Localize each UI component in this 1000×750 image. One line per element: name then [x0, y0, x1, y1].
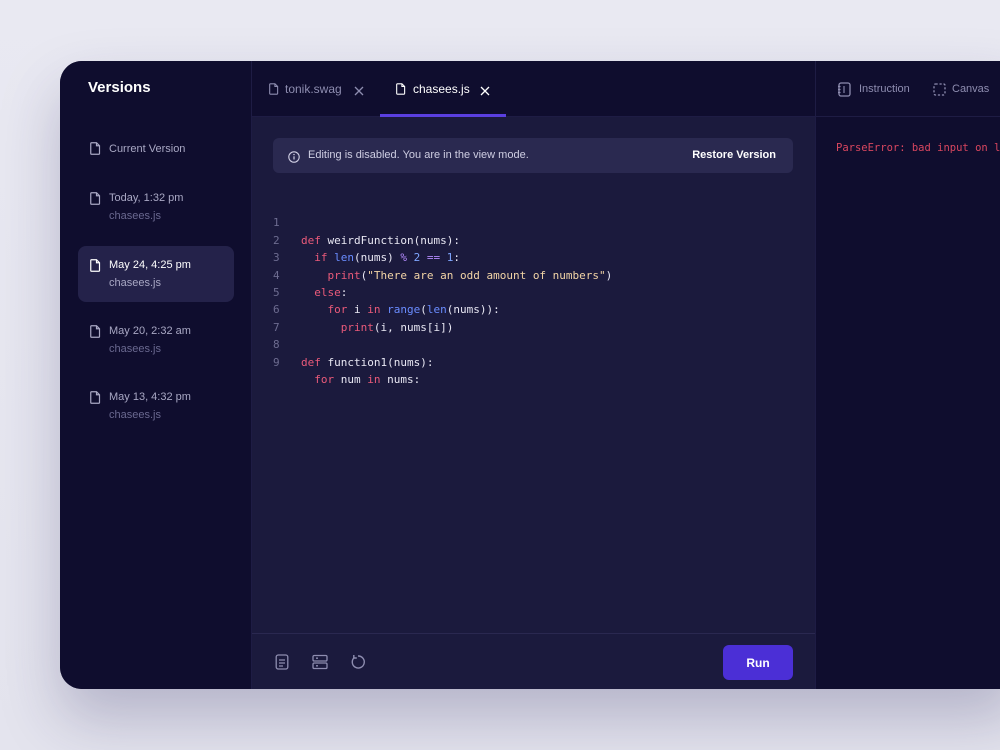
notebook-icon — [837, 82, 851, 102]
code-block: 1 def weirdFunction(nums): 2 if len(nums… — [273, 197, 793, 386]
info-icon — [288, 150, 300, 168]
close-icon[interactable] — [354, 83, 364, 101]
file-icon — [90, 192, 101, 210]
tab-chasees-js[interactable]: chasees.js — [380, 61, 506, 117]
tab-label: Canvas — [952, 83, 990, 95]
code-line: 9 for num in nums: — [273, 336, 793, 386]
notice-text: Editing is disabled. You are in the view… — [308, 149, 529, 161]
restore-version-button[interactable]: Restore Version — [692, 149, 776, 161]
version-label: May 20, 2:32 am — [109, 325, 191, 337]
sidebar-title: Versions — [88, 79, 151, 96]
version-item-may24[interactable]: May 24, 4:25 pm chasees.js — [78, 246, 234, 302]
code-text: for num in nums: — [314, 372, 421, 386]
version-item-may13[interactable]: May 13, 4:32 pm chasees.js — [78, 378, 234, 434]
version-label: May 13, 4:32 pm — [109, 391, 191, 403]
code-line: 6 print(i, nums[i]) — [273, 284, 793, 333]
editor-toolbar: Run — [252, 633, 815, 689]
app-window: Versions Current Version Today, 1:32 pm … — [60, 61, 1000, 689]
file-icon — [90, 259, 101, 277]
version-file: chasees.js — [109, 409, 161, 421]
version-item-today[interactable]: Today, 1:32 pm chasees.js — [78, 179, 234, 235]
code-line: 5 for i in range(len(nums)): — [273, 267, 793, 316]
versions-sidebar: Versions Current Version Today, 1:32 pm … — [60, 61, 252, 689]
file-icon — [90, 325, 101, 343]
code-line: 2 if len(nums) % 2 == 1: — [273, 214, 793, 264]
version-file: chasees.js — [109, 343, 161, 355]
canvas-icon — [933, 83, 946, 101]
editor-tabbar: tonik.swag chasees.js — [252, 61, 815, 117]
code-line: 1 def weirdFunction(nums): — [273, 197, 793, 246]
tab-tonik-swag[interactable]: tonik.swag — [266, 61, 376, 116]
code-line: 7 — [273, 301, 793, 334]
version-item-may20[interactable]: May 20, 2:32 am chasees.js — [78, 312, 234, 368]
line-number: 9 — [273, 355, 280, 369]
run-button[interactable]: Run — [723, 645, 793, 680]
output-tabs: Instruction Canvas — [816, 61, 1000, 117]
version-file: chasees.js — [109, 210, 161, 222]
code-line: 8 def function1(nums): — [273, 319, 793, 368]
tab-label: Instruction — [859, 83, 910, 95]
view-mode-notice: Editing is disabled. You are in the view… — [273, 138, 793, 173]
document-icon[interactable] — [275, 654, 289, 675]
output-panel: Instruction Canvas ParseError: bad input… — [815, 61, 1000, 689]
file-icon — [90, 391, 101, 409]
parse-error-output: ParseError: bad input on l — [836, 142, 1000, 154]
version-label: May 24, 4:25 pm — [109, 259, 191, 271]
tab-label: chasees.js — [413, 82, 470, 96]
file-icon — [90, 142, 101, 160]
code-line: 3 print("There are an odd amount of numb… — [273, 232, 793, 281]
code-line: 4 else: — [273, 249, 793, 299]
refresh-icon[interactable] — [350, 654, 366, 675]
version-label: Current Version — [109, 143, 186, 155]
file-icon — [396, 82, 406, 100]
code-editor: Editing is disabled. You are in the view… — [252, 117, 815, 633]
version-item-current[interactable]: Current Version — [78, 135, 234, 163]
version-file: chasees.js — [109, 277, 161, 289]
close-icon[interactable] — [480, 83, 490, 101]
version-label: Today, 1:32 pm — [109, 192, 184, 204]
tab-label: tonik.swag — [285, 82, 342, 96]
server-icon[interactable] — [312, 654, 328, 675]
file-icon — [269, 82, 279, 100]
